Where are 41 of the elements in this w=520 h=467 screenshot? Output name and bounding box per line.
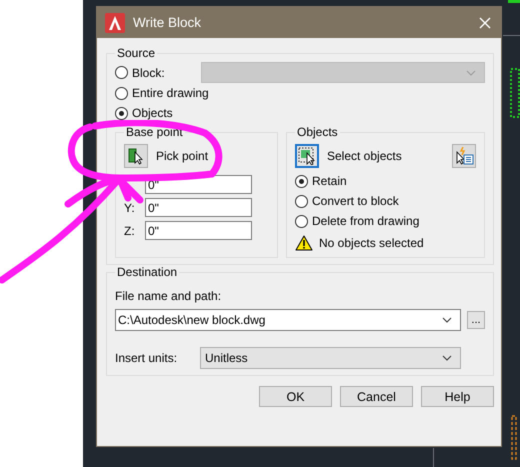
radio-option[interactable]: Objects — [115, 103, 485, 123]
dialog-button[interactable]: OK — [259, 386, 332, 407]
field-label: Z: — [124, 224, 136, 238]
cursor-icon — [127, 147, 145, 165]
radio-option[interactable]: Block: — [115, 62, 165, 82]
pick-point-label: Pick point — [156, 149, 208, 163]
radio-option[interactable]: Convert to block — [295, 191, 476, 211]
dialog-button[interactable]: Help — [421, 386, 494, 407]
warning-icon — [295, 235, 313, 251]
group-title: Objects — [296, 125, 339, 139]
cad-drawing — [508, 0, 520, 3]
radio-option[interactable]: Retain — [295, 171, 476, 191]
radio-option[interactable]: Delete from drawing — [295, 211, 476, 231]
radio-option[interactable]: Entire drawing — [115, 83, 485, 103]
dialog-button[interactable]: Cancel — [340, 386, 413, 407]
cursor-list-icon — [454, 147, 474, 165]
units-dropdown[interactable]: Unitless — [200, 347, 461, 369]
close-icon[interactable] — [479, 16, 491, 28]
field-label: Y: — [124, 200, 136, 214]
selection-icon — [298, 147, 316, 165]
select-objects-label: Select objects — [327, 149, 402, 163]
coordinate-field[interactable]: 0" — [145, 198, 252, 217]
pick-point-button[interactable] — [124, 144, 148, 168]
field-label: Insert units: — [115, 351, 178, 365]
field-label: File name and path: — [115, 289, 222, 303]
cad-drawing — [511, 415, 517, 460]
coordinate-field[interactable]: 0" — [145, 221, 252, 240]
cad-drawing — [510, 68, 520, 118]
chevron-down-icon — [442, 355, 452, 361]
chevron-down-icon — [442, 317, 452, 323]
window-title: Write Block — [133, 15, 202, 30]
app-logo-icon — [105, 12, 125, 32]
file-path-dropdown[interactable]: C:\Autodesk\new block.dwg — [115, 309, 461, 331]
chevron-down-icon — [466, 70, 476, 76]
quick-select-button[interactable] — [452, 144, 476, 168]
warning-text: No objects selected — [319, 236, 424, 250]
browse-button[interactable]: ... — [467, 311, 485, 329]
group-title: Destination — [116, 265, 178, 279]
group-title: Base point — [125, 125, 184, 139]
select-objects-button[interactable] — [295, 144, 319, 168]
group-title: Source — [116, 46, 156, 60]
